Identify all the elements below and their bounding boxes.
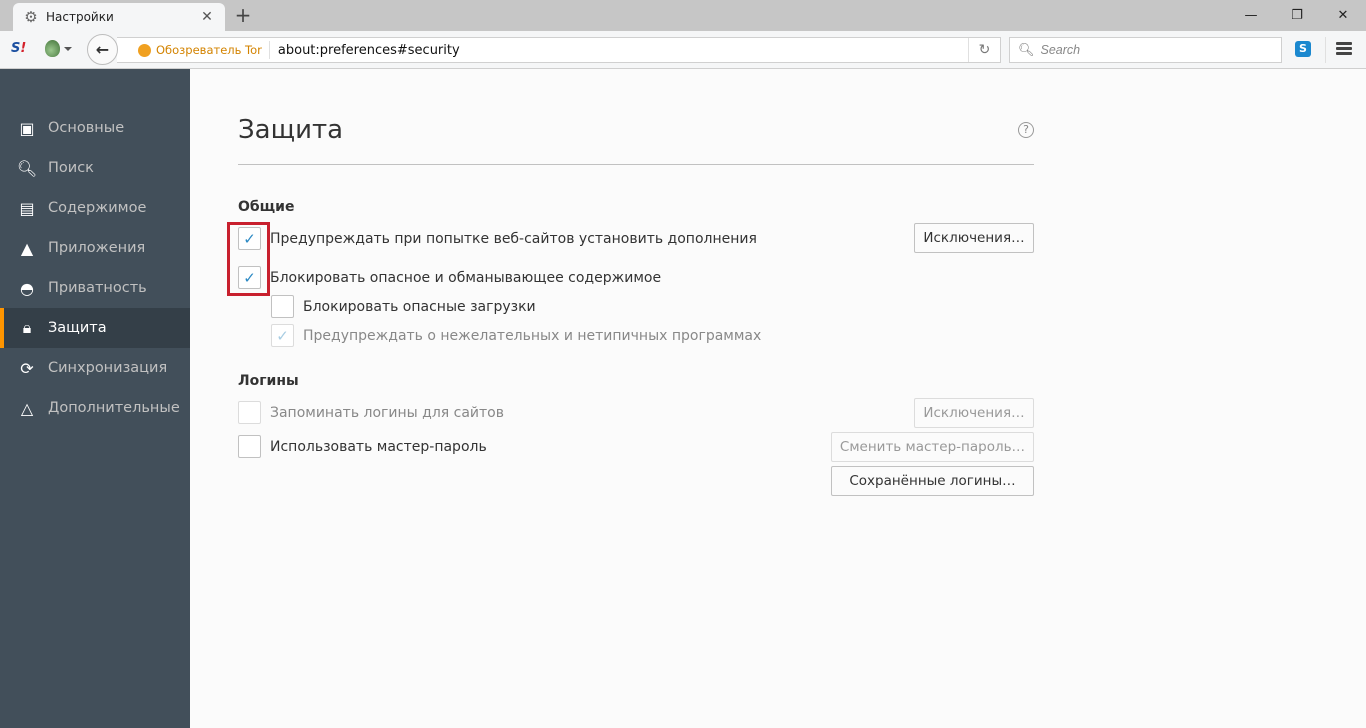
lock-icon: 🔒︎: [22, 318, 32, 337]
navigation-toolbar: S! Обозреватель Tor about:preferences#se…: [0, 31, 1366, 69]
sidebar-item-search[interactable]: 🔍︎ Поиск: [0, 148, 190, 188]
mask-icon: ◓: [20, 278, 34, 298]
block-deceptive-row: ✓ Блокировать опасное и обманывающее сод…: [238, 266, 661, 289]
sidebar-item-label: Основные: [48, 120, 125, 136]
sidebar-item-label: Содержимое: [48, 200, 147, 216]
close-tab-icon[interactable]: ✕: [199, 9, 215, 25]
group-title-logins: Логины: [238, 373, 299, 389]
warn-addons-row: ✓ Предупреждать при попытке веб-сайтов у…: [238, 227, 757, 250]
restore-button[interactable]: ❐: [1274, 0, 1320, 30]
close-window-button[interactable]: ✕: [1320, 0, 1366, 30]
document-icon: ▤: [19, 198, 35, 218]
general-icon: ▣: [19, 118, 35, 138]
sidebar-item-label: Дополнительные: [48, 400, 180, 416]
sidebar-item-security[interactable]: 🔒︎ Защита: [0, 308, 190, 348]
help-icon[interactable]: ?: [1018, 122, 1034, 138]
pane-header: Защита ?: [238, 69, 1034, 165]
remember-logins-checkbox[interactable]: [238, 401, 261, 424]
master-password-row: Использовать мастер-пароль: [238, 435, 487, 458]
chevron-down-icon[interactable]: [64, 47, 72, 51]
warn-unwanted-label[interactable]: Предупреждать о нежелательных и нетипичн…: [303, 328, 761, 344]
rocket-icon: ▲: [20, 238, 34, 258]
search-icon: 🔍︎: [1018, 42, 1035, 58]
skype-extension-icon[interactable]: S: [1295, 41, 1311, 57]
sidebar-item-privacy[interactable]: ◓ Приватность: [0, 268, 190, 308]
sidebar-item-content[interactable]: ▤ Содержимое: [0, 188, 190, 228]
toolbar-divider: [1325, 37, 1326, 63]
page-title: Защита: [238, 115, 344, 145]
master-password-checkbox[interactable]: [238, 435, 261, 458]
remember-logins-label[interactable]: Запоминать логины для сайтов: [270, 405, 504, 421]
search-bar[interactable]: 🔍︎: [1009, 37, 1282, 63]
arrow-left-icon: ←: [95, 40, 110, 59]
sidebar-item-label: Приватность: [48, 280, 147, 296]
group-title-general: Общие: [238, 199, 295, 215]
change-master-password-button[interactable]: Сменить мастер-пароль…: [831, 432, 1034, 462]
tor-onion-icon[interactable]: [45, 40, 60, 57]
url-input[interactable]: about:preferences#security: [278, 43, 968, 58]
identity-box[interactable]: Обозреватель Tor: [131, 41, 270, 59]
sidebar-item-advanced[interactable]: △ Дополнительные: [0, 388, 190, 428]
warn-unwanted-checkbox[interactable]: ✓: [271, 324, 294, 347]
saved-logins-button[interactable]: Сохранённые логины…: [831, 466, 1034, 496]
master-password-label[interactable]: Использовать мастер-пароль: [270, 439, 487, 455]
identity-label: Обозреватель Tor: [156, 43, 262, 57]
url-bar[interactable]: Обозреватель Tor about:preferences#secur…: [117, 37, 1001, 63]
sidebar-item-general[interactable]: ▣ Основные: [0, 108, 190, 148]
block-downloads-row: Блокировать опасные загрузки: [271, 295, 536, 318]
gear-icon: ⚙: [24, 8, 38, 26]
warn-unwanted-row: ✓ Предупреждать о нежелательных и нетипи…: [271, 324, 761, 347]
block-downloads-label[interactable]: Блокировать опасные загрузки: [303, 299, 536, 315]
tab-strip: ⚙ Настройки ✕ + — ❐ ✕: [0, 0, 1366, 31]
sidebar-item-sync[interactable]: ⟳ Синхронизация: [0, 348, 190, 388]
tab-title: Настройки: [46, 10, 114, 24]
block-deceptive-label[interactable]: Блокировать опасное и обманывающее содер…: [270, 270, 661, 286]
search-input[interactable]: [1040, 43, 1271, 57]
categories-sidebar: ▣ Основные 🔍︎ Поиск ▤ Содержимое ▲ Прило…: [0, 69, 190, 728]
search-icon: 🔍︎: [16, 158, 38, 178]
addons-exceptions-button[interactable]: Исключения…: [914, 223, 1034, 253]
minimize-button[interactable]: —: [1228, 0, 1274, 30]
new-tab-button[interactable]: +: [234, 5, 252, 25]
tab-preferences[interactable]: ⚙ Настройки ✕: [13, 3, 225, 31]
wizard-hat-icon: △: [20, 398, 34, 418]
logins-exceptions-button[interactable]: Исключения…: [914, 398, 1034, 428]
sidebar-item-label: Синхронизация: [48, 360, 168, 376]
sidebar-item-label: Приложения: [48, 240, 146, 256]
sidebar-item-label: Поиск: [48, 160, 94, 176]
sidebar-item-label: Защита: [48, 320, 107, 336]
remember-logins-row: Запоминать логины для сайтов: [238, 401, 504, 424]
hamburger-menu-icon[interactable]: [1336, 42, 1352, 56]
annotation-highlight-box: [227, 222, 270, 296]
back-button[interactable]: ←: [87, 34, 118, 65]
sj-extension-icon[interactable]: S!: [11, 41, 26, 56]
security-pane: Защита ?: [238, 69, 1034, 165]
warn-addons-label[interactable]: Предупреждать при попытке веб-сайтов уст…: [270, 231, 757, 247]
tor-browser-icon: [138, 43, 151, 57]
sync-icon: ⟳: [20, 358, 34, 378]
sidebar-item-applications[interactable]: ▲ Приложения: [0, 228, 190, 268]
reload-icon[interactable]: ↻: [968, 38, 1000, 62]
block-downloads-checkbox[interactable]: [271, 295, 294, 318]
